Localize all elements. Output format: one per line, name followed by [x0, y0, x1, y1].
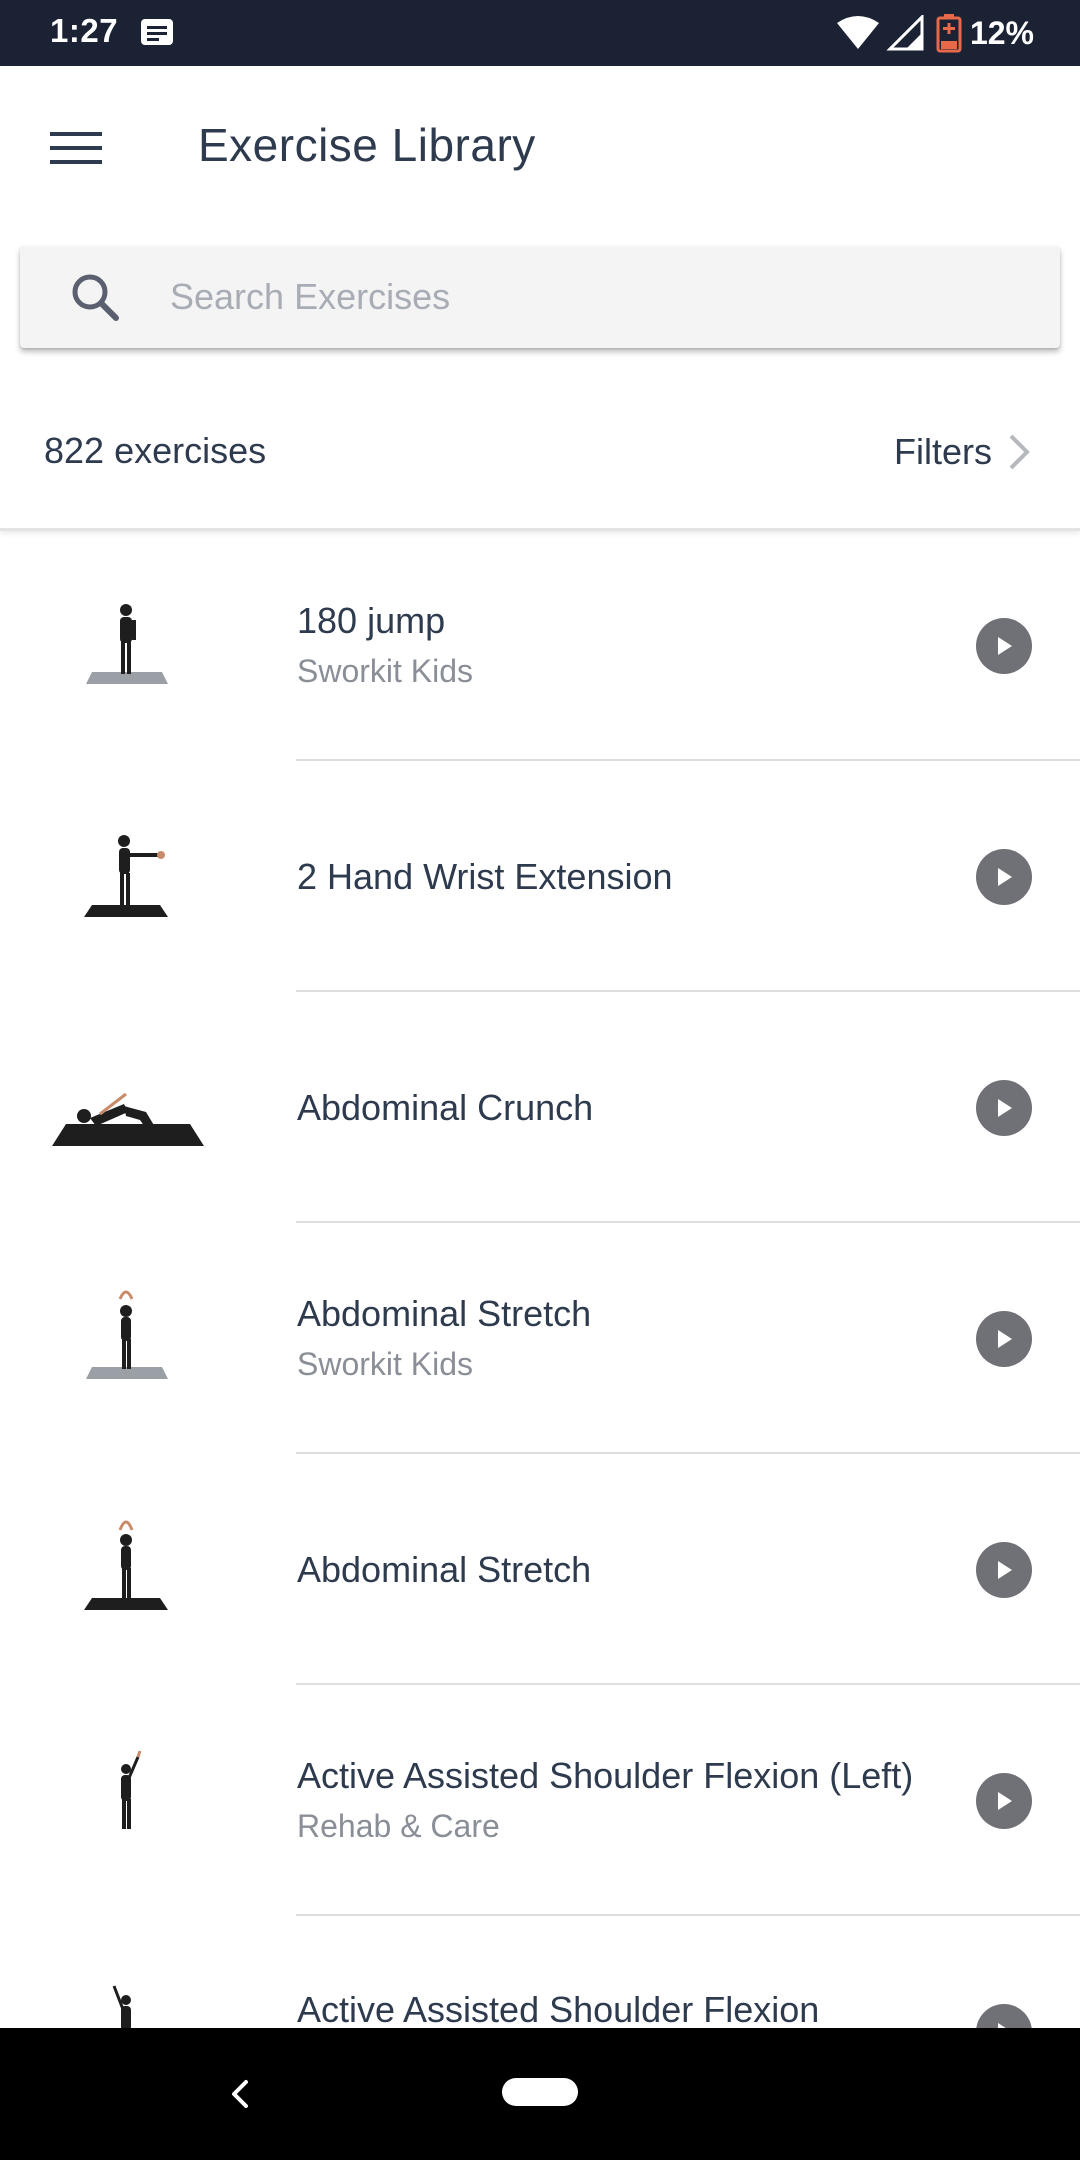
exercise-row[interactable]: Active Assisted Shoulder Flexion (Right) — [0, 1916, 1080, 2028]
back-icon[interactable] — [218, 2072, 262, 2116]
play-button[interactable] — [976, 1541, 1032, 1598]
exercise-thumbnail — [84, 835, 168, 917]
exercise-text: 2 Hand Wrist Extension — [297, 855, 917, 899]
message-icon — [141, 19, 173, 45]
status-icons: 12% — [836, 10, 1034, 56]
exercise-thumbnail — [84, 1520, 168, 1610]
exercise-name: 2 Hand Wrist Extension — [297, 855, 673, 897]
app-bar: Exercise Library — [0, 66, 1080, 226]
play-icon — [998, 1329, 1012, 1348]
play-button[interactable] — [976, 1079, 1032, 1136]
exercise-name: Abdominal Crunch — [297, 1086, 594, 1128]
exercise-text: 180 jump Sworkit Kids — [297, 599, 917, 693]
exercise-library-screen: 1:27 12% Exercise Library Search Exercis… — [0, 0, 1080, 2160]
filters-button[interactable]: Filters — [894, 420, 1030, 484]
exercise-thumbnail — [52, 1092, 204, 1146]
chevron-right-icon — [1009, 434, 1030, 470]
exercise-name: Active Assisted Shoulder Flexion (Left) — [297, 1754, 914, 1796]
exercise-count: 822 exercises — [44, 430, 267, 471]
play-icon — [998, 1791, 1012, 1810]
wifi-icon — [836, 16, 879, 49]
exercise-row[interactable]: 180 jump Sworkit Kids — [0, 530, 1080, 761]
filters-label: Filters — [894, 431, 992, 472]
exercise-category: Sworkit Kids — [297, 1345, 474, 1382]
results-header: 822 exercises Filters — [0, 380, 1080, 531]
exercise-thumbnail — [86, 1290, 168, 1379]
exercise-list: 180 jump Sworkit Kids 2 Hand Wrist Exten… — [0, 530, 1080, 2028]
play-button[interactable] — [976, 848, 1032, 905]
exercise-text: Abdominal Stretch — [297, 1548, 917, 1592]
cell-signal-icon — [886, 15, 924, 51]
exercise-name: Abdominal Stretch — [297, 1548, 592, 1590]
exercise-row[interactable]: Abdominal Crunch — [0, 992, 1080, 1223]
exercise-row[interactable]: Abdominal Stretch Sworkit Kids — [0, 1223, 1080, 1454]
exercise-name: Active Assisted Shoulder Flexion (Right) — [297, 1988, 820, 2029]
exercise-thumbnail — [86, 604, 168, 684]
battery-icon — [936, 14, 962, 53]
status-time: 1:27 — [50, 12, 119, 49]
menu-button[interactable] — [36, 108, 116, 188]
exercise-category: Sworkit Kids — [297, 652, 474, 689]
exercise-text: Abdominal Stretch Sworkit Kids — [297, 1292, 917, 1386]
play-icon — [998, 1098, 1012, 1117]
search-icon — [72, 274, 119, 321]
play-button[interactable] — [976, 1310, 1032, 1367]
exercise-row[interactable]: Active Assisted Shoulder Flexion (Left) … — [0, 1685, 1080, 1916]
exercise-name: 180 jump — [297, 599, 446, 641]
play-icon — [998, 867, 1012, 886]
exercise-row[interactable]: 2 Hand Wrist Extension — [0, 761, 1080, 992]
exercise-thumbnail — [112, 1985, 131, 2028]
play-button[interactable] — [976, 617, 1032, 674]
battery-percent: 12% — [969, 14, 1034, 51]
play-icon — [998, 2022, 1007, 2028]
hamburger-menu-icon — [50, 132, 102, 164]
search-input[interactable] — [170, 246, 1030, 348]
play-button[interactable] — [976, 2003, 1032, 2028]
exercise-text: Active Assisted Shoulder Flexion (Right) — [297, 1988, 917, 2029]
page-title: Exercise Library — [198, 119, 536, 171]
exercise-text: Abdominal Crunch — [297, 1086, 917, 1130]
home-pill-button[interactable] — [502, 2078, 578, 2106]
exercise-text: Active Assisted Shoulder Flexion (Left) … — [297, 1754, 917, 1848]
status-bar: 1:27 12% — [0, 0, 1080, 66]
play-icon — [998, 636, 1012, 655]
system-nav-bar — [0, 2028, 1080, 2160]
exercise-name: Abdominal Stretch — [297, 1292, 592, 1334]
exercise-category: Rehab & Care — [297, 1807, 500, 1844]
exercise-row[interactable]: Abdominal Stretch — [0, 1454, 1080, 1685]
search-bar[interactable] — [20, 246, 1060, 348]
play-icon — [998, 1560, 1012, 1579]
exercise-thumbnail — [121, 1750, 142, 1829]
play-button[interactable] — [976, 1772, 1032, 1829]
